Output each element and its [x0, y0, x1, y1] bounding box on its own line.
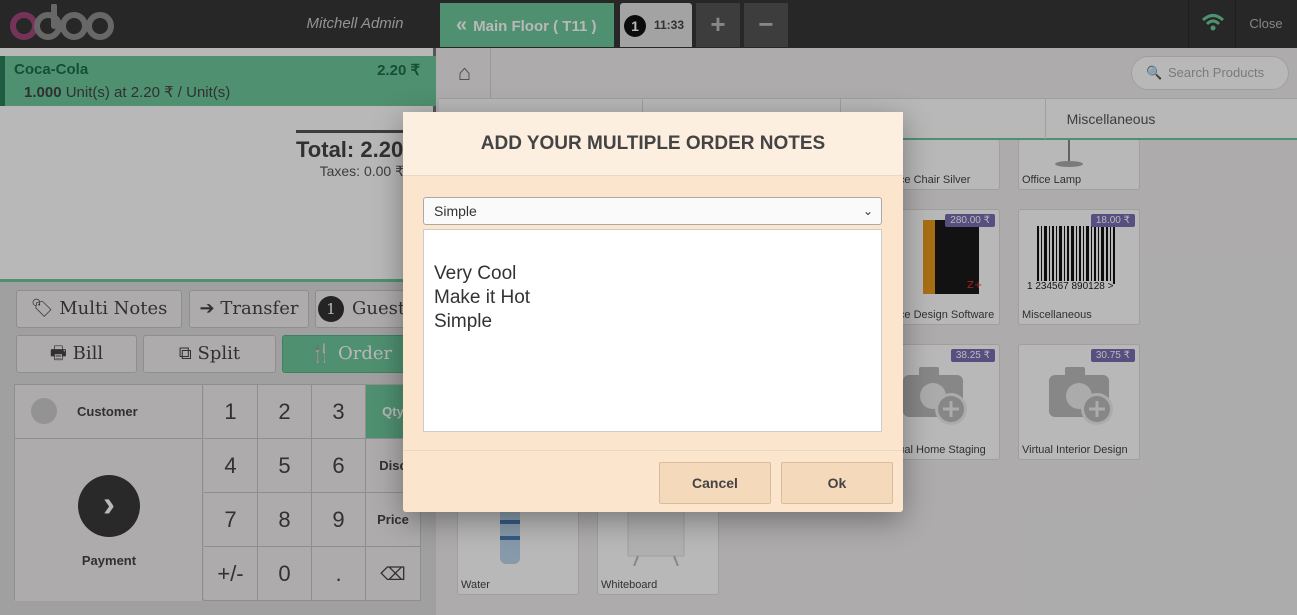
multi-notes-dialog: ADD YOUR MULTIPLE ORDER NOTES Simple ⌄ V…	[403, 112, 903, 512]
notes-textarea[interactable]: Very Cool Make it Hot Simple	[423, 229, 882, 432]
chevron-down-icon: ⌄	[862, 204, 873, 218]
note-line: Very Cool	[434, 263, 517, 284]
cancel-button[interactable]: Cancel	[659, 462, 771, 504]
dialog-divider	[403, 450, 903, 451]
note-select[interactable]: Simple ⌄	[423, 197, 882, 225]
dialog-title: ADD YOUR MULTIPLE ORDER NOTES	[403, 112, 903, 176]
ok-button[interactable]: Ok	[781, 462, 893, 504]
note-line: Simple	[434, 311, 493, 332]
note-line: Make it Hot	[434, 287, 531, 308]
note-select-value: Simple	[434, 203, 477, 219]
